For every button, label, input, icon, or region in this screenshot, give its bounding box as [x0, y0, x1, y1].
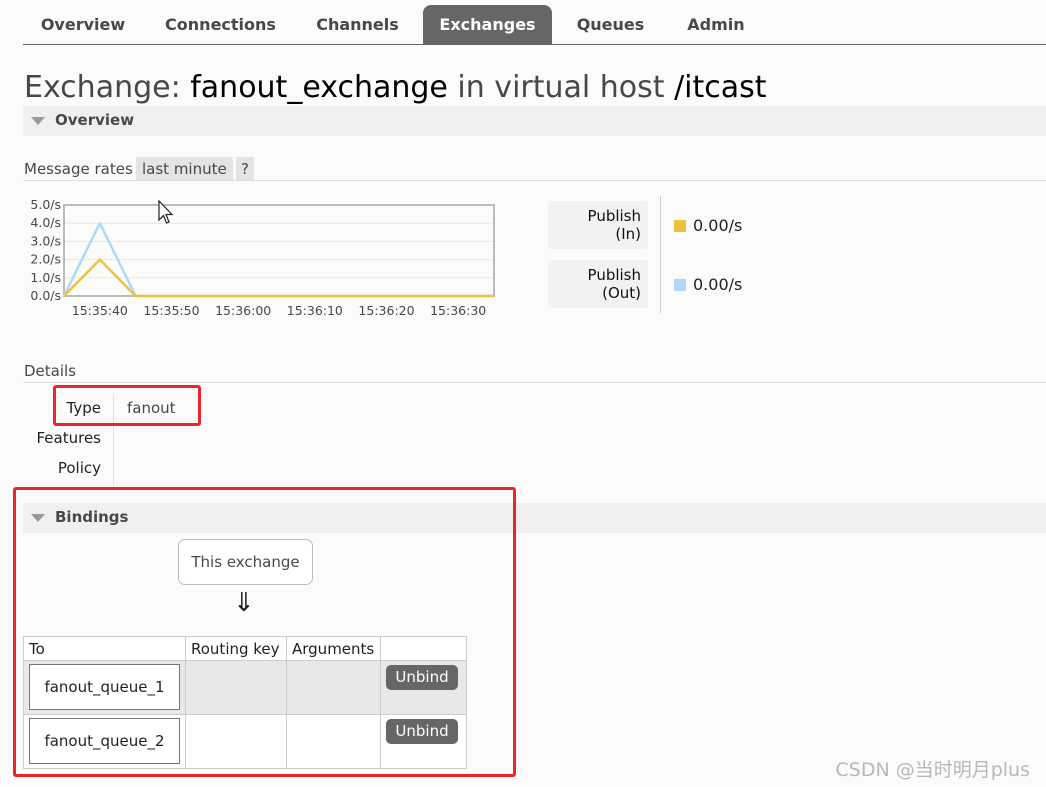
- y-tick-label: 0.0/s: [30, 288, 61, 303]
- legend-separator: [660, 196, 661, 313]
- overview-section-header[interactable]: Overview: [23, 106, 1046, 136]
- page-title: Exchange: fanout_exchange in virtual hos…: [24, 70, 767, 105]
- details-label: Details: [24, 362, 77, 380]
- y-tick-label: 2.0/s: [30, 252, 61, 267]
- publish-in-rate: 0.00/s: [693, 216, 743, 235]
- tab-channels[interactable]: Channels: [303, 5, 412, 44]
- message-rates-label: Message rates: [24, 160, 133, 178]
- publish-in-swatch: [674, 220, 686, 232]
- overview-section-label: Overview: [55, 111, 135, 129]
- divider: [23, 180, 1046, 181]
- legend-publish-out: Publish (Out): [548, 260, 648, 308]
- range-selector[interactable]: last minute: [136, 157, 233, 181]
- y-tick-label: 5.0/s: [30, 197, 61, 212]
- help-button[interactable]: ?: [236, 157, 254, 181]
- main-nav: Overview Connections Channels Exchanges …: [23, 5, 1046, 45]
- title-prefix: Exchange:: [24, 70, 191, 105]
- tab-queues[interactable]: Queues: [568, 5, 653, 44]
- divider: [23, 382, 1046, 383]
- x-tick-label: 15:35:50: [143, 303, 199, 318]
- tab-overview[interactable]: Overview: [23, 5, 143, 44]
- title-middle: in virtual host: [447, 70, 675, 105]
- legend-publish-in-line1: Publish: [587, 207, 641, 225]
- y-tick-label: 3.0/s: [30, 233, 61, 248]
- y-tick-label: 1.0/s: [30, 270, 61, 285]
- bindings-highlight-box: [13, 487, 516, 777]
- vhost-name: /itcast: [674, 70, 767, 105]
- x-tick-label: 15:35:40: [72, 303, 128, 318]
- legend-publish-out-line2: (Out): [602, 284, 641, 302]
- x-tick-label: 15:36:00: [215, 303, 271, 318]
- y-tick-label: 4.0/s: [30, 215, 61, 230]
- legend-publish-in: Publish (In): [548, 201, 648, 249]
- x-tick-label: 15:36:10: [287, 303, 343, 318]
- chart-svg: 5.0/s 4.0/s 3.0/s 2.0/s 1.0/s 0.0/s 15:35:40 15…: [30, 197, 495, 318]
- publish-out-rate: 0.00/s: [693, 275, 743, 294]
- legend-publish-in-line2: (In): [615, 225, 641, 243]
- legend-publish-out-line1: Publish: [587, 266, 641, 284]
- collapse-triangle-icon: [31, 117, 45, 125]
- tab-admin[interactable]: Admin: [678, 5, 754, 44]
- watermark: CSDN @当时明月plus: [835, 759, 1031, 781]
- message-rates-chart: 5.0/s 4.0/s 3.0/s 2.0/s 1.0/s 0.0/s 15:35:40 15…: [22, 196, 532, 330]
- exchange-name: fanout_exchange: [190, 70, 448, 105]
- tab-exchanges[interactable]: Exchanges: [423, 5, 552, 44]
- policy-label: Policy: [57, 459, 101, 477]
- publish-out-swatch: [674, 279, 686, 291]
- tab-connections[interactable]: Connections: [157, 5, 284, 44]
- x-tick-label: 15:36:30: [430, 303, 486, 318]
- x-tick-label: 15:36:20: [358, 303, 414, 318]
- mouse-cursor-icon: [158, 200, 174, 224]
- type-highlight-box: [53, 385, 201, 426]
- features-label: Features: [36, 429, 102, 447]
